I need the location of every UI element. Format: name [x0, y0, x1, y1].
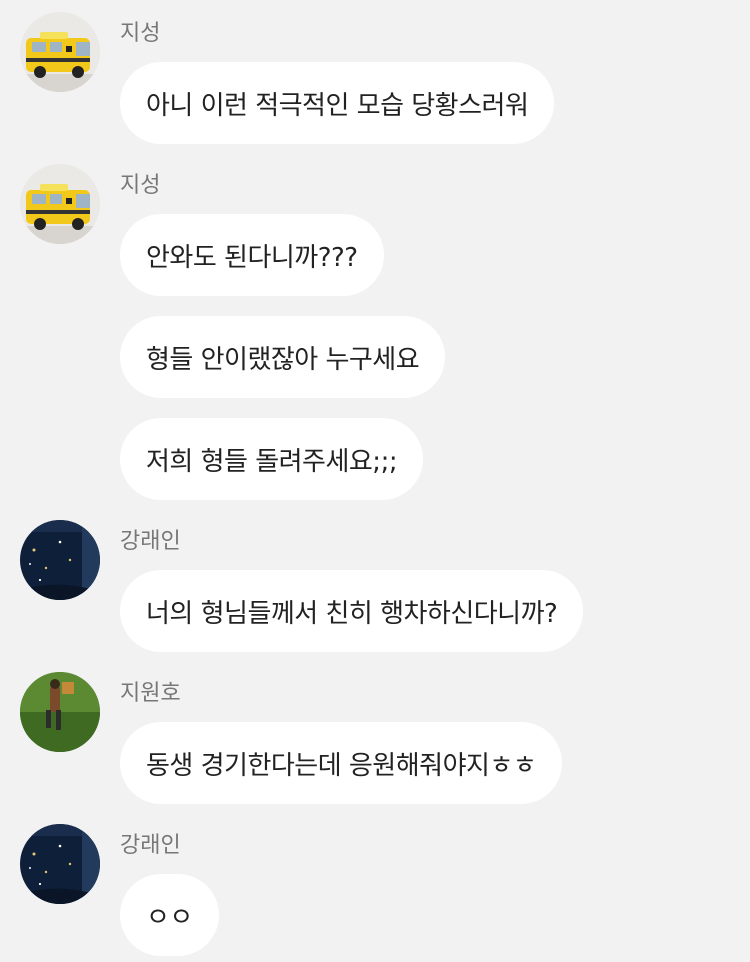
avatar[interactable]	[20, 520, 100, 600]
avatar[interactable]	[20, 12, 100, 92]
sender-name: 강래인	[120, 529, 181, 554]
message-bubble[interactable]: 저희 형들 돌려주세요;;;	[120, 418, 424, 500]
sender-name: 지성	[120, 21, 161, 46]
message-bubble[interactable]: 안와도 된다니까???	[120, 214, 384, 296]
sender-name: 지성	[120, 173, 161, 198]
grass-avatar-icon	[20, 672, 100, 752]
sender-name: 지원호	[120, 681, 181, 706]
message-bubble[interactable]: 동생 경기한다는데 응원해줘야지ㅎㅎ	[120, 722, 563, 804]
message-bubble[interactable]: 형들 안이랬잖아 누구세요	[120, 316, 446, 398]
night-sky-avatar-icon	[20, 520, 100, 600]
message-bubble[interactable]: ㅇㅇ	[120, 874, 219, 956]
message-bubble[interactable]: 아니 이런 적극적인 모습 당황스러워	[120, 62, 555, 144]
avatar[interactable]	[20, 824, 100, 904]
avatar[interactable]	[20, 672, 100, 752]
ambulance-avatar-icon	[20, 12, 100, 92]
sender-name: 강래인	[120, 833, 181, 858]
message-bubble[interactable]: 너의 형님들께서 친히 행차하신다니까?	[120, 570, 584, 652]
avatar[interactable]	[20, 164, 100, 244]
ambulance-avatar-icon	[20, 164, 100, 244]
night-sky-avatar-icon	[20, 824, 100, 904]
